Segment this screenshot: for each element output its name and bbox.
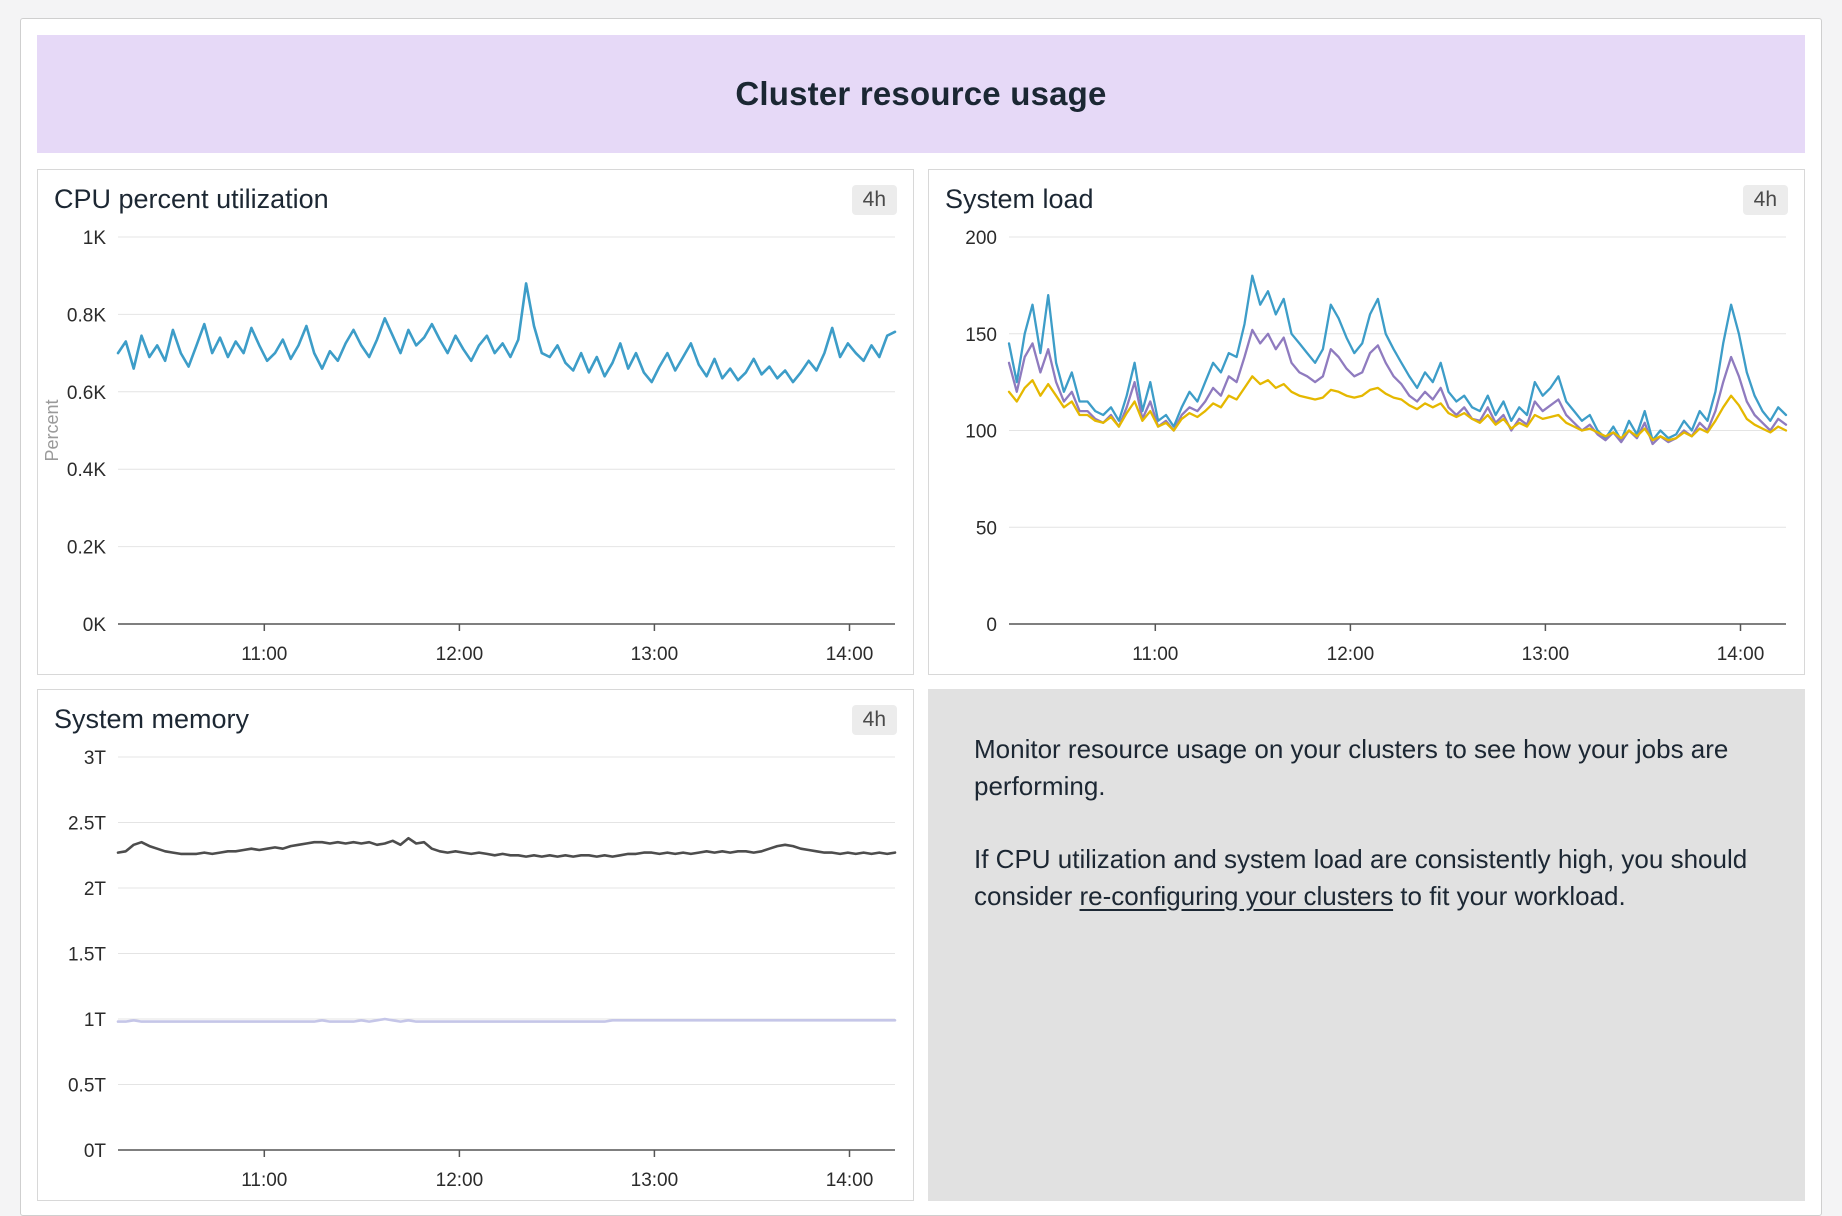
- svg-text:13:00: 13:00: [631, 644, 679, 665]
- svg-text:50: 50: [976, 518, 997, 539]
- svg-text:2.5T: 2.5T: [68, 814, 106, 835]
- svg-text:11:00: 11:00: [241, 644, 287, 665]
- svg-text:0.6K: 0.6K: [67, 383, 106, 404]
- svg-text:1K: 1K: [83, 228, 107, 249]
- panel-grid: CPU percent utilization 4h 0K 0.2K 0.4K 0.6…: [37, 169, 1805, 1201]
- load-panel-header: System load 4h: [929, 170, 1804, 221]
- load-panel-title: System load: [945, 184, 1094, 215]
- info-paragraph-monitor: Monitor resource usage on your clusters …: [974, 731, 1759, 805]
- cpu-panel-header: CPU percent utilization 4h: [38, 170, 913, 221]
- svg-text:2T: 2T: [84, 879, 107, 900]
- system-memory-panel: System memory 4h 0T 0.5T 1T 1.5T 2T 2.5T 3T 11:…: [37, 689, 914, 1201]
- reconfigure-clusters-link[interactable]: re-configuring your clusters: [1080, 881, 1394, 911]
- svg-text:0.8K: 0.8K: [67, 305, 106, 326]
- info-panel: Monitor resource usage on your clusters …: [928, 689, 1805, 1201]
- svg-text:13:00: 13:00: [1522, 644, 1570, 665]
- system-memory-chart: 0T 0.5T 1T 1.5T 2T 2.5T 3T 11:00 12:00 13:00 14:00: [38, 741, 913, 1200]
- svg-text:3T: 3T: [84, 748, 107, 769]
- cpu-panel-title: CPU percent utilization: [54, 184, 329, 215]
- svg-text:200: 200: [965, 228, 997, 249]
- svg-text:14:00: 14:00: [826, 644, 874, 665]
- svg-text:1.5T: 1.5T: [68, 945, 106, 966]
- info-paragraph-reconfigure-suffix: to fit your workload.: [1393, 881, 1626, 911]
- svg-text:0.5T: 0.5T: [68, 1076, 106, 1097]
- svg-text:0: 0: [986, 615, 997, 636]
- svg-text:0.4K: 0.4K: [67, 460, 106, 481]
- dashboard-header-banner: Cluster resource usage: [37, 35, 1805, 153]
- memory-time-range-badge: 4h: [852, 705, 897, 735]
- system-load-chart: 0 50 100 150 200 11:00 12:00 13:00 14:00: [929, 221, 1804, 674]
- cpu-utilization-panel: CPU percent utilization 4h 0K 0.2K 0.4K 0.6…: [37, 169, 914, 675]
- svg-text:12:00: 12:00: [1327, 644, 1375, 665]
- svg-text:13:00: 13:00: [631, 1170, 679, 1191]
- system-load-panel: System load 4h 0 50 100 150 200 11:00 12:00 13:…: [928, 169, 1805, 675]
- cpu-utilization-chart: 0K 0.2K 0.4K 0.6K 0.8K 1K 11:00 12:00 13:00 14:00…: [38, 221, 913, 674]
- svg-text:14:00: 14:00: [1717, 644, 1765, 665]
- svg-text:0K: 0K: [83, 615, 107, 636]
- svg-text:12:00: 12:00: [436, 1170, 484, 1191]
- page-title: Cluster resource usage: [735, 75, 1106, 113]
- svg-text:1T: 1T: [84, 1010, 107, 1031]
- svg-text:0T: 0T: [84, 1141, 107, 1162]
- svg-text:12:00: 12:00: [436, 644, 484, 665]
- memory-panel-header: System memory 4h: [38, 690, 913, 741]
- load-time-range-badge: 4h: [1743, 185, 1788, 215]
- memory-panel-title: System memory: [54, 704, 249, 735]
- svg-text:150: 150: [965, 325, 997, 346]
- svg-text:11:00: 11:00: [241, 1170, 287, 1191]
- cpu-time-range-badge: 4h: [852, 185, 897, 215]
- svg-text:14:00: 14:00: [826, 1170, 874, 1191]
- svg-text:100: 100: [965, 422, 997, 443]
- svg-text:Percent: Percent: [42, 399, 62, 461]
- info-paragraph-reconfigure: If CPU utilization and system load are c…: [974, 841, 1759, 915]
- svg-text:11:00: 11:00: [1132, 644, 1178, 665]
- svg-text:0.2K: 0.2K: [67, 538, 106, 559]
- dashboard-card: Cluster resource usage CPU percent utili…: [20, 18, 1822, 1216]
